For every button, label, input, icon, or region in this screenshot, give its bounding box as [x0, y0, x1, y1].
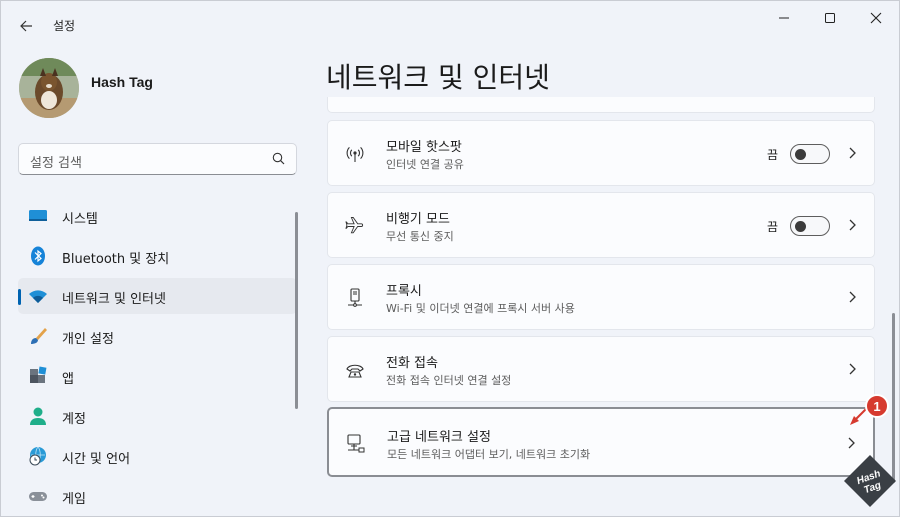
chevron-right-icon: [849, 291, 856, 303]
card-title: 고급 네트워크 설정: [387, 430, 491, 445]
maximize-icon: [825, 13, 835, 23]
toggle-state-label: 끔: [766, 148, 778, 162]
settings-window: 설정 Hash Tag 설정 검색 시스템 Bluetooth 및 장치 네트워…: [0, 0, 900, 517]
sidebar-item-time-language[interactable]: 시간 및 언어: [18, 438, 297, 474]
annotation-badge: 1: [865, 394, 889, 418]
card-subtitle: Wi-Fi 및 이더넷 연결에 프록시 서버 사용: [386, 302, 575, 315]
toggle-state-label: 끔: [766, 220, 778, 234]
hotspot-toggle[interactable]: [790, 144, 830, 164]
brush-icon: [31, 328, 47, 344]
sidebar-scrollbar[interactable]: [295, 212, 298, 409]
active-indicator: [18, 289, 21, 305]
profile-name: Hash Tag: [91, 74, 153, 90]
dialup-icon: [346, 364, 364, 378]
system-icon: [29, 210, 47, 221]
chevron-right-icon: [848, 437, 855, 449]
airplane-toggle[interactable]: [790, 216, 830, 236]
sidebar-item-label: 시스템: [62, 212, 98, 227]
maximize-button[interactable]: [807, 1, 853, 35]
avatar[interactable]: [19, 58, 79, 118]
network-pc-icon: [347, 434, 365, 453]
card-advanced-network-settings[interactable]: 고급 네트워크 설정 모든 네트워크 어댑터 보기, 네트워크 초기화: [327, 407, 875, 477]
card-proxy[interactable]: 프록시 Wi-Fi 및 이더넷 연결에 프록시 서버 사용: [327, 264, 875, 330]
account-icon: [30, 407, 46, 425]
card-dial-up[interactable]: 전화 접속 전화 접속 인터넷 연결 설정: [327, 336, 875, 402]
app-title: 설정: [53, 19, 76, 33]
back-arrow-icon: [20, 20, 32, 32]
sidebar-item-label: 계정: [62, 412, 86, 427]
title-bar: 설정: [1, 1, 900, 49]
search-input[interactable]: 설정 검색: [18, 143, 297, 175]
previous-card-bottom: [327, 97, 875, 113]
minimize-icon: [779, 17, 789, 19]
hotspot-icon: [346, 147, 364, 162]
card-title: 프록시: [386, 284, 422, 299]
sidebar-item-label: 개인 설정: [62, 332, 114, 347]
close-icon: [870, 12, 882, 24]
search-placeholder: 설정 검색: [30, 156, 82, 171]
card-title: 전화 접속: [386, 356, 438, 371]
toggle-knob: [795, 221, 806, 232]
sidebar-item-network[interactable]: 네트워크 및 인터넷: [18, 278, 297, 314]
page-title: 네트워크 및 인터넷: [326, 61, 550, 94]
close-button[interactable]: [853, 1, 899, 35]
card-title: 모바일 핫스팟: [386, 140, 462, 155]
card-airplane-mode[interactable]: 비행기 모드 무선 통신 중지 끔: [327, 192, 875, 258]
sidebar-item-gaming[interactable]: 게임: [18, 478, 297, 514]
bluetooth-icon: [31, 246, 45, 266]
gamepad-icon: [29, 492, 47, 501]
sidebar-item-label: Bluetooth 및 장치: [62, 252, 170, 267]
proxy-icon: [348, 288, 362, 307]
card-subtitle: 인터넷 연결 공유: [386, 158, 464, 171]
dog-photo: [19, 58, 79, 118]
back-button[interactable]: [11, 11, 41, 41]
apps-icon: [30, 366, 47, 383]
sidebar-item-system[interactable]: 시스템: [18, 198, 297, 234]
sidebar-item-label: 시간 및 언어: [62, 452, 131, 467]
sidebar-item-label: 게임: [62, 492, 86, 507]
toggle-knob: [795, 149, 806, 160]
card-subtitle: 모든 네트워크 어댑터 보기, 네트워크 초기화: [387, 448, 591, 461]
airplane-icon: [345, 217, 364, 234]
sidebar-item-apps[interactable]: 앱: [18, 358, 297, 394]
globe-clock-icon: [29, 446, 46, 466]
sidebar-item-bluetooth[interactable]: Bluetooth 및 장치: [18, 238, 297, 274]
wifi-icon: [29, 290, 47, 303]
sidebar-item-label: 네트워크 및 인터넷: [62, 292, 166, 307]
hashtag-logo: Hash Tag: [844, 455, 896, 507]
chevron-right-icon: [849, 219, 856, 231]
chevron-right-icon: [849, 147, 856, 159]
chevron-right-icon: [849, 363, 856, 375]
minimize-button[interactable]: [761, 1, 807, 35]
search-icon[interactable]: [271, 151, 287, 167]
sidebar-item-label: 앱: [62, 372, 74, 387]
card-subtitle: 전화 접속 인터넷 연결 설정: [386, 374, 512, 387]
sidebar-item-personalization[interactable]: 개인 설정: [18, 318, 297, 354]
sidebar-item-accounts[interactable]: 계정: [18, 398, 297, 434]
card-title: 비행기 모드: [386, 212, 450, 227]
card-subtitle: 무선 통신 중지: [386, 230, 454, 243]
card-mobile-hotspot[interactable]: 모바일 핫스팟 인터넷 연결 공유 끔: [327, 120, 875, 186]
